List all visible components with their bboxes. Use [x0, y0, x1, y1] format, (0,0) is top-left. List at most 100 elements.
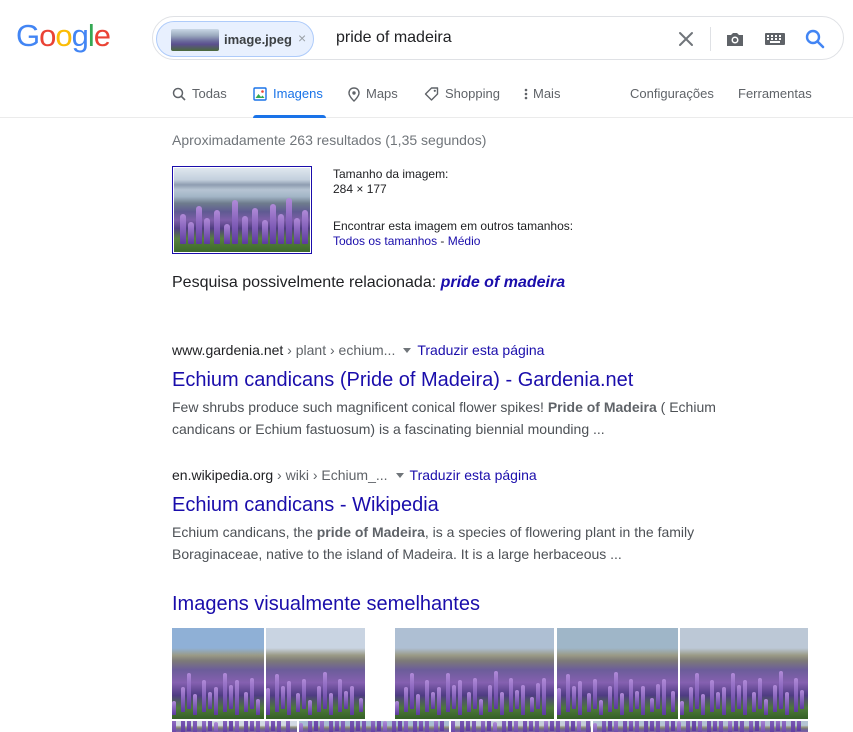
lupin-flower [271, 721, 275, 731]
lupin-flower [299, 723, 303, 732]
lupin-flower [437, 687, 441, 715]
lupin-flower [731, 673, 735, 712]
lupin-flower [529, 721, 533, 731]
all-sizes-link[interactable]: Todos os tamanhos [333, 234, 437, 248]
dropdown-arrow-icon[interactable] [395, 472, 404, 478]
result-cite[interactable]: en.wikipedia.org › wiki › Echium_... Trad… [172, 467, 732, 487]
lupin-flower [419, 721, 423, 731]
result-title[interactable]: Echium candicans - Wikipedia [172, 494, 732, 520]
medium-size-link[interactable]: Médio [448, 234, 481, 248]
lupin-flower [635, 691, 639, 709]
translate-link[interactable]: Traduzir esta página [417, 342, 544, 358]
lupin-flower [202, 680, 206, 712]
lupin-flower [719, 721, 723, 732]
lupin-flower [193, 694, 197, 715]
settings-button[interactable]: Configurações [630, 86, 714, 101]
tab-imagens[interactable]: Imagens [253, 86, 326, 118]
snippet-text: candicans or Echium fastuosum) is a fasc… [172, 421, 605, 437]
tab-label: Todas [192, 86, 227, 101]
similar-images-heading[interactable]: Imagens visualmente semelhantes [172, 593, 480, 616]
logo-letter: G [16, 18, 40, 53]
lupin-flower [335, 721, 339, 731]
lupin-flower [425, 680, 429, 712]
similar-image-thumbnail[interactable] [299, 721, 449, 732]
result-domain: www.gardenia.net [172, 342, 284, 358]
related-search: Pesquisa possivelmente relacionada: prid… [172, 274, 565, 292]
snippet-text: Echium candicans, the [172, 524, 317, 540]
clear-icon[interactable] [674, 27, 698, 51]
related-search-link[interactable]: pride of madeira [441, 274, 565, 291]
result-title[interactable]: Echium candicans (Pride of Madeira) - Ga… [172, 369, 732, 395]
similar-image-thumbnail[interactable] [680, 628, 808, 719]
lupin-flower [523, 721, 527, 732]
lupin-flower [302, 210, 308, 244]
lupin-flower [650, 698, 654, 712]
lupin-flower [577, 721, 581, 732]
lupin-flower [509, 678, 513, 712]
lupin-flower [557, 688, 561, 715]
image-chip-close-icon[interactable]: × [298, 30, 306, 46]
lupin-flower [770, 721, 774, 732]
tab-todas[interactable]: Todas [172, 86, 227, 118]
lupin-flower [608, 721, 612, 731]
lupin-flower [223, 673, 227, 712]
lupin-flower [404, 721, 408, 732]
lupin-flower [800, 690, 804, 709]
lupin-flower [740, 721, 744, 732]
lupin-flower [265, 721, 269, 732]
dropdown-arrow-icon[interactable] [403, 347, 412, 353]
tools-button[interactable]: Ferramentas [738, 86, 812, 101]
lupin-flower [710, 680, 714, 712]
lupin-flower [677, 721, 681, 732]
lupin-flower [544, 721, 548, 732]
similar-image-thumbnail[interactable] [172, 721, 297, 732]
lupin-flower [235, 680, 239, 715]
result-cite[interactable]: www.gardenia.net › plant › echium... Trad… [172, 342, 732, 362]
lupin-flower [701, 694, 705, 715]
tab-shopping[interactable]: Shopping [424, 86, 500, 118]
result-breadcrumb: › wiki › Echium_... [273, 467, 388, 483]
tab-label: Mais [533, 86, 561, 101]
similar-image-thumbnail[interactable] [557, 628, 678, 719]
lupin-flower [752, 692, 756, 712]
lupin-flower [294, 218, 300, 244]
tab-mais[interactable]: Mais [524, 86, 560, 118]
search-result: www.gardenia.net › plant › echium... Trad… [172, 342, 732, 440]
translate-link[interactable]: Traduzir esta página [410, 467, 537, 483]
lupin-flower [695, 673, 699, 709]
lupin-flower [277, 721, 281, 732]
search-box[interactable]: image.jpeg × pride of madeira [152, 16, 844, 60]
search-input[interactable]: pride of madeira [336, 29, 452, 47]
tab-maps[interactable]: Maps [348, 86, 398, 118]
similar-image-thumbnail[interactable] [395, 628, 554, 719]
image-chip-label: image.jpeg [224, 32, 292, 47]
similar-image-thumbnail[interactable] [451, 721, 591, 732]
query-image-thumbnail[interactable] [172, 166, 312, 254]
lupin-flower [181, 687, 185, 712]
snippet-highlight: pride of Madeira [316, 524, 425, 540]
camera-icon[interactable] [723, 27, 747, 51]
lupin-flower [614, 721, 618, 732]
lupin-flower [608, 686, 612, 712]
lupin-flower [502, 721, 506, 732]
google-logo[interactable]: Google [16, 18, 111, 54]
lupin-flower [383, 721, 387, 732]
image-chip[interactable]: image.jpeg × [156, 21, 314, 57]
lupin-flower [572, 686, 576, 709]
lupin-flower [416, 694, 420, 715]
lupin-flower [680, 701, 684, 715]
search-submit-icon[interactable] [803, 27, 827, 51]
related-search-label: Pesquisa possivelmente relacionada: [172, 274, 441, 291]
lupin-flower [698, 721, 702, 732]
lupin-flower [338, 679, 342, 712]
lupin-flower [535, 721, 539, 732]
lupin-flower [641, 686, 645, 715]
keyboard-icon[interactable] [763, 27, 787, 51]
similar-image-thumbnail[interactable] [593, 721, 808, 732]
lupin-flower [620, 693, 624, 715]
similar-image-thumbnail[interactable] [172, 628, 264, 719]
lupin-flower [392, 721, 396, 732]
lupin-flower [566, 674, 570, 712]
similar-image-thumbnail[interactable] [266, 628, 365, 719]
lupin-flower [785, 692, 789, 715]
